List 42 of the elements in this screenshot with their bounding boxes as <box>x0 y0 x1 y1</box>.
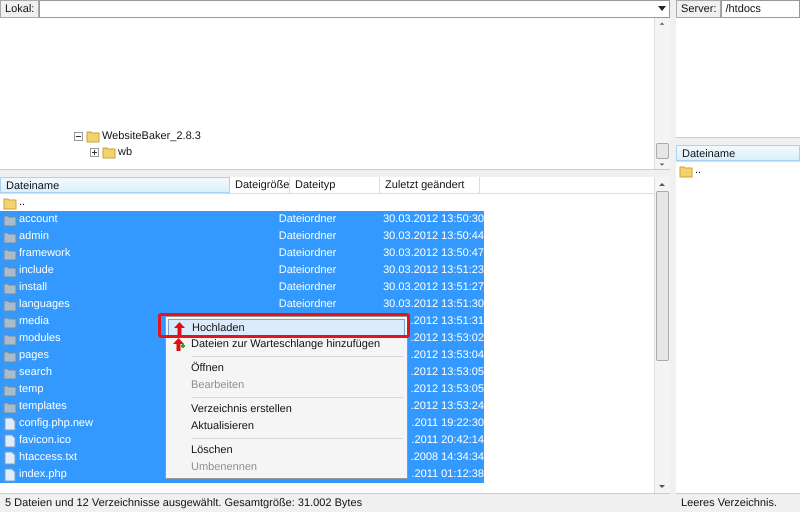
file-name: install <box>19 281 48 293</box>
modified-date: 30.03.2012 13:51:23 <box>383 263 484 278</box>
file-name: temp <box>19 383 44 395</box>
modified-date: .2008 14:34:34 <box>410 450 484 465</box>
modified-date: .2012 13:53:05 <box>410 382 484 397</box>
file-name: modules <box>19 332 61 344</box>
modified-date: 30.03.2012 13:51:27 <box>383 280 484 295</box>
modified-date: .2012 13:53:05 <box>410 365 484 380</box>
file-name: config.php.new <box>19 417 93 429</box>
file-name: languages <box>19 298 70 310</box>
file-type: Dateiordner <box>278 281 336 293</box>
file-type: Dateiordner <box>278 213 336 225</box>
file-name: .. <box>695 163 702 178</box>
file-name: .. <box>19 196 26 208</box>
modified-date: .2011 01:12:38 <box>411 467 484 482</box>
file-name: htaccess.txt <box>19 451 78 463</box>
modified-date: 30.03.2012 13:50:30 <box>383 212 484 227</box>
modified-date: .2011 19:22:30 <box>411 416 484 431</box>
file-type: Dateiordner <box>278 247 336 259</box>
file-name: include <box>19 264 54 276</box>
file-name: index.php <box>19 468 67 480</box>
modified-date: .2012 13:53:02 <box>410 331 484 346</box>
modified-date: 30.03.2012 13:51:30 <box>383 297 484 312</box>
file-name: account <box>19 213 58 225</box>
file-name: framework <box>19 247 70 259</box>
file-name: admin <box>19 230 49 242</box>
file-type: Dateiordner <box>278 230 336 242</box>
modified-date: 30.03.2012 13:50:44 <box>383 229 484 244</box>
file-name: templates <box>19 400 67 412</box>
modified-date: 30.03.2012 13:50:47 <box>383 246 484 261</box>
file-name: media <box>19 315 49 327</box>
path-label: Server: <box>676 0 722 18</box>
file-name: pages <box>19 349 49 361</box>
file-name: favicon.ico <box>19 434 71 446</box>
file-type: Dateiordner <box>278 298 336 310</box>
modified-date: .2012 13:51:31 <box>410 314 484 329</box>
modified-date: .2011 20:42:14 <box>411 433 484 448</box>
path-label: Lokal: <box>0 0 40 18</box>
modified-date: .2012 13:53:24 <box>410 399 484 414</box>
modified-date: .2012 13:53:04 <box>410 348 484 363</box>
file-name: search <box>19 366 52 378</box>
file-type: Dateiordner <box>278 264 336 276</box>
